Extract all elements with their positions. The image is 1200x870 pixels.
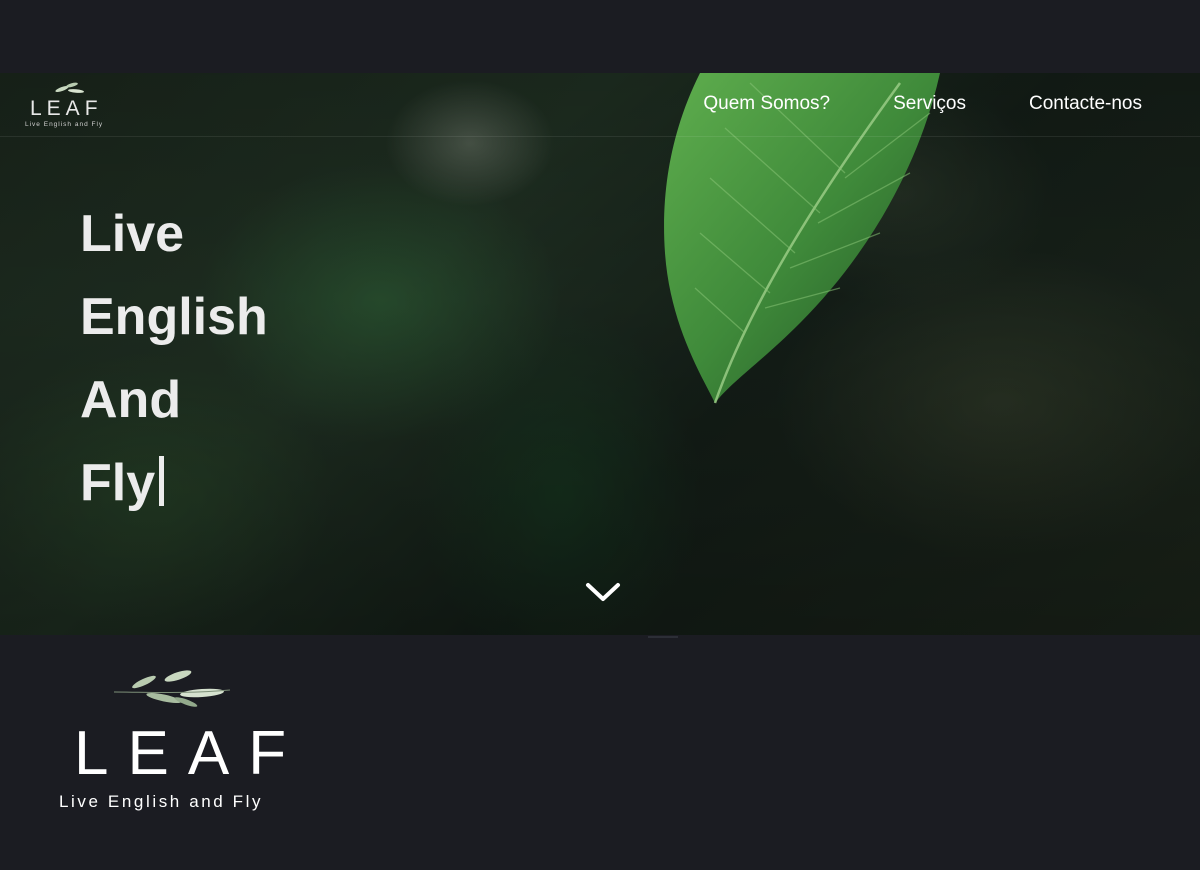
footer-logo: LEAF Live English and Fly xyxy=(56,668,306,818)
headline-line-4-text: Fly xyxy=(80,454,156,512)
nav-logo-wordmark: LEAF xyxy=(30,97,103,120)
nav-link-contacte-nos[interactable]: Contacte-nos xyxy=(1029,93,1142,115)
scroll-down-button[interactable] xyxy=(584,579,622,605)
chevron-down-icon xyxy=(586,583,620,601)
nav-logo[interactable]: LEAF Live English and Fly xyxy=(24,77,114,133)
leaves-icon xyxy=(113,670,231,707)
hero-section: LEAF Live English and Fly Quem Somos? Se… xyxy=(0,73,1200,635)
section-divider xyxy=(648,636,678,638)
headline-line-3: And xyxy=(80,371,182,429)
navbar: LEAF Live English and Fly Quem Somos? Se… xyxy=(0,73,1200,137)
hero-headline: Live English And Fly xyxy=(80,193,268,525)
top-band xyxy=(0,0,1200,73)
headline-line-2: English xyxy=(80,288,268,346)
footer-logo-tagline: Live English and Fly xyxy=(59,792,264,811)
headline-line-4: Fly xyxy=(80,442,268,525)
nav-links: Quem Somos? Serviços Contacte-nos xyxy=(703,93,1142,115)
typing-cursor xyxy=(159,456,165,506)
nav-logo-tagline: Live English and Fly xyxy=(25,121,104,128)
footer-logo-wordmark: LEAF xyxy=(74,719,306,788)
headline-line-1: Live xyxy=(80,205,185,263)
nav-link-quem-somos[interactable]: Quem Somos? xyxy=(703,93,830,115)
nav-link-servicos[interactable]: Serviços xyxy=(893,93,966,115)
leaves-icon xyxy=(55,82,84,93)
